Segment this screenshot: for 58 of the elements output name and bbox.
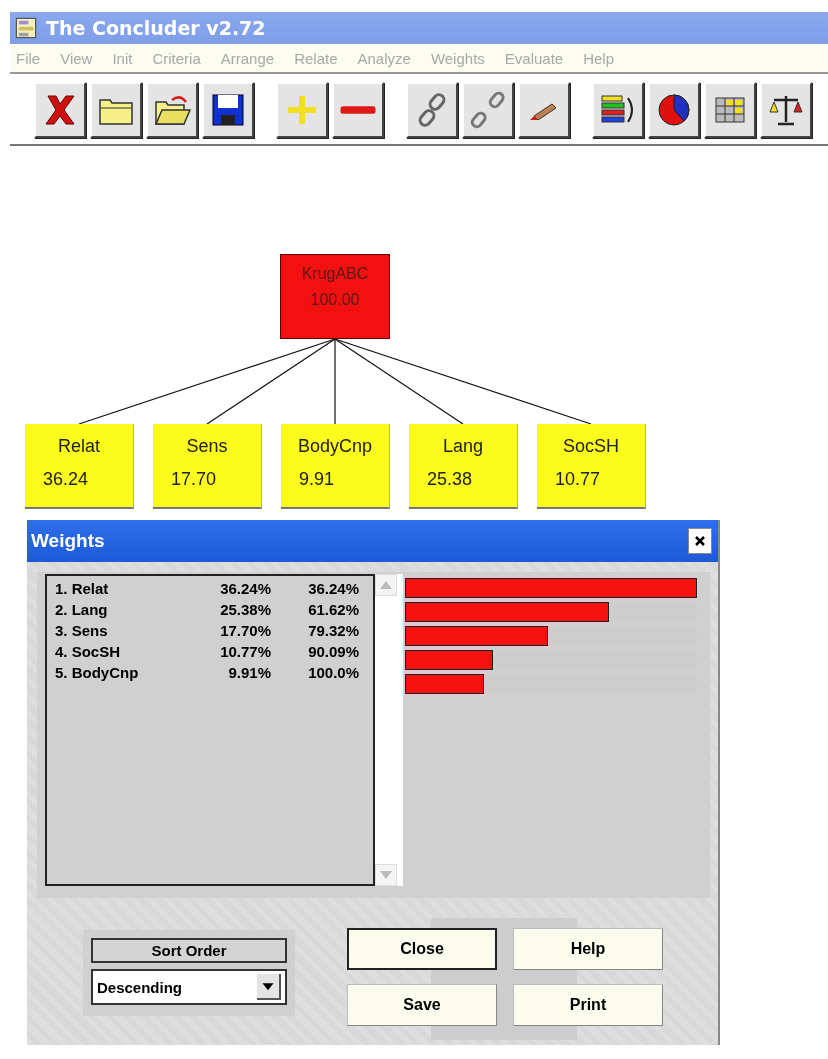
tree-node[interactable]: KrugABC 100.00: [280, 254, 390, 339]
criterion-name: 3. Sens: [55, 622, 109, 641]
pie-button[interactable]: [648, 82, 700, 138]
close-icon[interactable]: [688, 528, 712, 554]
scale-button[interactable]: [760, 82, 812, 138]
app-icon: [14, 16, 38, 40]
dialog-button[interactable]: Save: [347, 984, 497, 1026]
unlink-button[interactable]: [462, 82, 514, 138]
criterion-name: 4. SocSH: [55, 643, 122, 662]
sort-order-dropdown[interactable]: Descending: [91, 969, 287, 1005]
dialog-title: Weights: [31, 530, 105, 552]
criterion-name: 5. BodyCnp: [55, 664, 140, 683]
open-folder-button[interactable]: [146, 82, 198, 138]
tree-node[interactable]: SocSH 10.77: [537, 424, 646, 509]
tree-node[interactable]: Relat 36.24: [25, 424, 134, 509]
node-value: 17.70: [170, 469, 218, 490]
node-name: BodyCnp: [296, 436, 374, 457]
node-name: Relat: [57, 436, 101, 457]
node-value: 36.24: [42, 469, 90, 490]
pen-button[interactable]: [518, 82, 570, 138]
tree-node[interactable]: Sens 17.70: [153, 424, 262, 509]
bars-button[interactable]: [592, 82, 644, 138]
criterion-name: 1. Relat: [55, 580, 110, 599]
link-button[interactable]: [406, 82, 458, 138]
cumulative-percent: 79.32%: [307, 622, 359, 641]
add-button[interactable]: [276, 82, 328, 138]
criterion-name: 2. Lang: [55, 601, 109, 620]
node-name: SocSH: [562, 436, 620, 457]
remove-button[interactable]: [332, 82, 384, 138]
minus-icon: [339, 105, 377, 115]
dialog-button[interactable]: Print: [513, 984, 663, 1026]
sort-order-label: Sort Order: [91, 938, 287, 963]
dialog-button[interactable]: Close: [347, 928, 497, 970]
weight-percent: 9.91%: [227, 664, 271, 683]
broken-link-icon: [468, 89, 508, 131]
folder-button[interactable]: [90, 82, 142, 138]
weight-percent: 25.38%: [219, 601, 271, 620]
cumulative-percent: 100.0%: [307, 664, 359, 683]
node-value: 9.91: [298, 469, 336, 490]
window-title: The Concluder v2.72: [46, 17, 266, 39]
weight-percent: 36.24%: [219, 580, 271, 599]
node-name: Lang: [441, 436, 484, 457]
node-value: 10.77: [554, 469, 602, 490]
cumulative-percent: 36.24%: [307, 580, 359, 599]
cumulative-percent: 61.62%: [307, 601, 359, 620]
weight-percent: 17.70%: [219, 622, 271, 641]
weight-percent: 10.77%: [219, 643, 271, 662]
dialog-button[interactable]: Help: [513, 928, 663, 970]
tree-node[interactable]: BodyCnp 9.91: [281, 424, 390, 509]
node-value: 25.38: [426, 469, 474, 490]
node-name: Sens: [185, 436, 229, 457]
node-value: 100.00: [310, 291, 360, 309]
save-button[interactable]: [202, 82, 254, 138]
delete-button[interactable]: [34, 82, 86, 138]
node-name: KrugABC: [301, 265, 369, 283]
cumulative-percent: 90.09%: [307, 643, 359, 662]
grid-button[interactable]: [704, 82, 756, 138]
tree-node[interactable]: Lang 25.38: [409, 424, 518, 509]
